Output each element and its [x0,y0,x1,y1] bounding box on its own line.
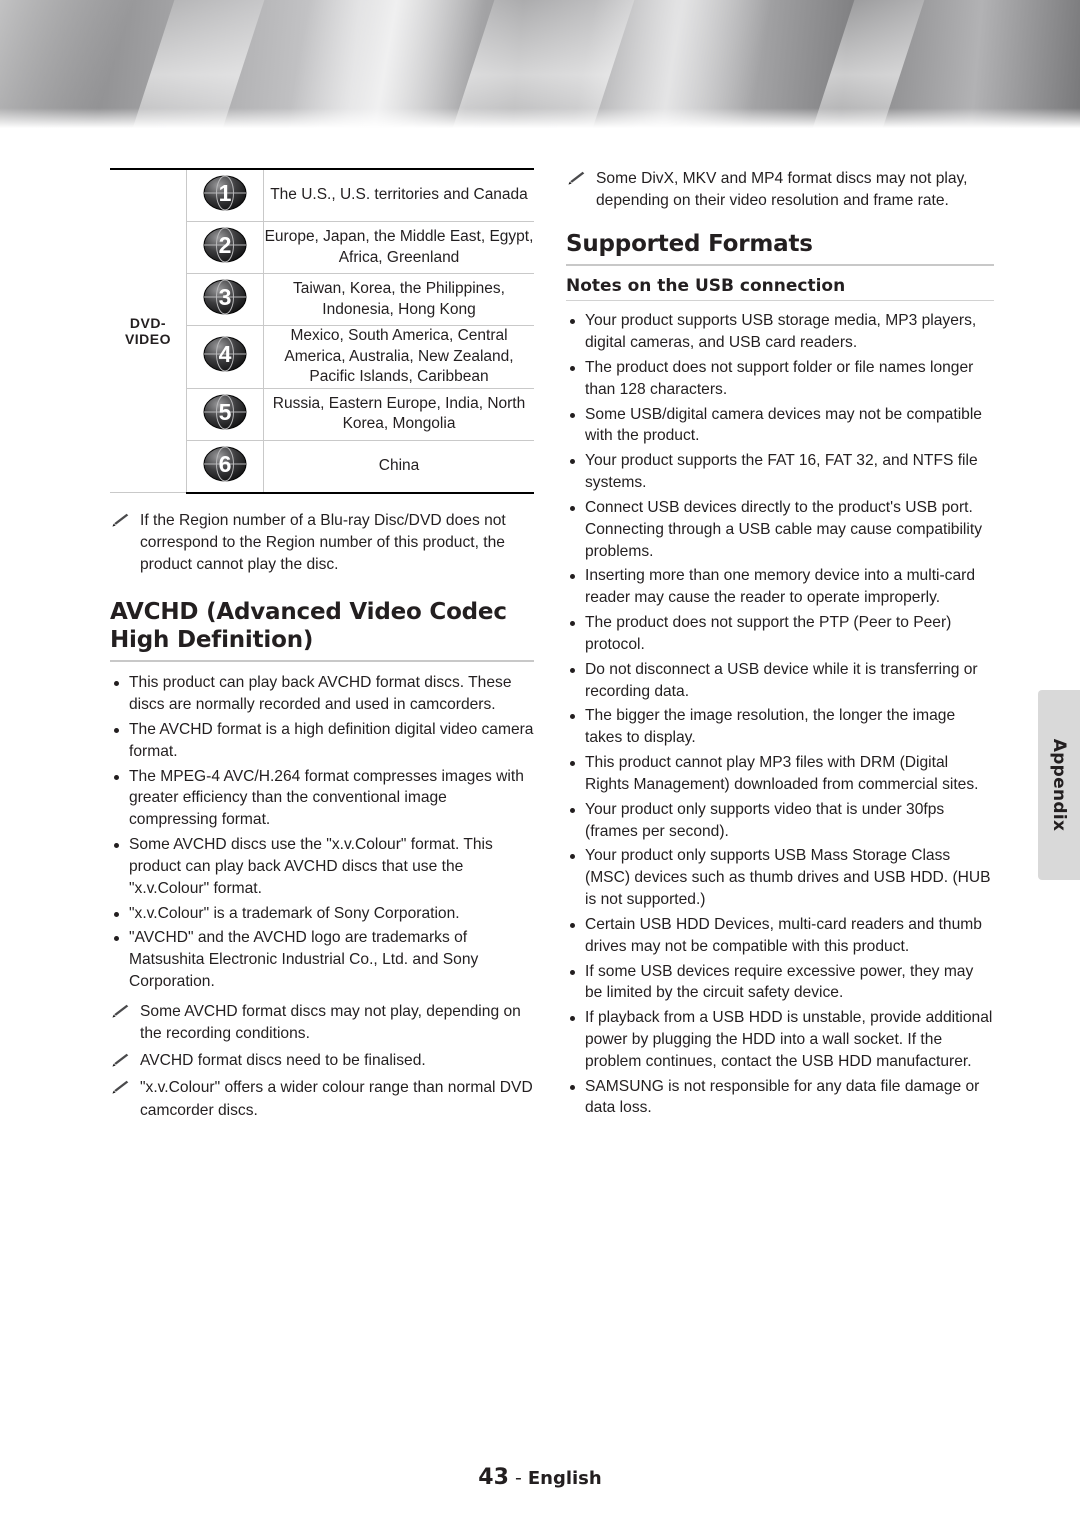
avchd-bullet-list: This product can play back AVCHD format … [110,672,534,993]
table-row: DVD- VIDEO 1 The U.S., U.S. territories … [110,168,534,494]
pencil-note-icon [111,1080,131,1096]
page-title-supported-formats: Supported Formats [566,231,813,258]
list-item: The product does not support folder or f… [566,357,994,401]
list-item: If playback from a USB HDD is unstable, … [566,1007,994,1072]
list-item: SAMSUNG is not responsible for any data … [566,1076,994,1120]
avchd-note-list: Some AVCHD format discs may not play, de… [110,1001,534,1122]
list-item: Some USB/digital camera devices may not … [566,404,994,448]
globe-icon: 4 [202,331,248,377]
region-table-row-label-line1: DVD- [129,315,167,332]
divider-thin [566,300,994,302]
list-item: Some AVCHD discs use the "x.v.Colour" fo… [110,834,534,899]
region-number-2: 2 [219,232,232,258]
page-title-avchd: AVCHD (Advanced Video Codec High Definit… [110,599,507,654]
region-text: Taiwan, Korea, the Philippines, Indonesi… [263,273,534,326]
banner-streak [792,0,938,190]
region-code-table: DVD- VIDEO 1 The U.S., U.S. territories … [110,168,534,494]
list-item: Your product supports USB storage media,… [566,310,994,354]
globe-icon: 3 [202,274,248,320]
region-number-5: 5 [219,399,232,425]
region-number-6: 6 [219,451,232,477]
list-item: This product cannot play MP3 files with … [566,752,994,796]
banner-streak [112,0,278,190]
note-item: Some DivX, MKV and MP4 format discs may … [566,168,994,212]
page-footer: 43 - English [0,1465,1080,1490]
manual-page: DVD- VIDEO 1 The U.S., U.S. territories … [0,0,1080,1532]
globe-icon: 5 [202,389,248,435]
list-item: This product can play back AVCHD format … [110,672,534,716]
list-item: Connect USB devices directly to the prod… [566,497,994,562]
note-item: If the Region number of a Blu-ray Disc/D… [110,510,534,576]
globe-icon: 6 [202,441,248,487]
note-item: AVCHD format discs need to be finalised. [110,1050,534,1072]
note-text: If the Region number of a Blu-ray Disc/D… [140,511,506,574]
list-item: The AVCHD format is a high definition di… [110,719,534,763]
pencil-note-icon [111,513,131,529]
region-globe-icon-cell: 1 [186,168,264,222]
list-item: Your product only supports video that is… [566,799,994,843]
pencil-note-icon [567,171,587,187]
pencil-note-icon [111,1004,131,1020]
list-item: Your product supports the FAT 16, FAT 32… [566,450,994,494]
note-text: Some DivX, MKV and MP4 format discs may … [596,170,968,210]
left-column: DVD- VIDEO 1 The U.S., U.S. territories … [110,168,534,1127]
banner-streak [432,0,648,190]
divider [566,264,994,267]
globe-icon: 2 [202,222,248,268]
pencil-note-icon [111,1053,131,1069]
list-item: "AVCHD" and the AVCHD logo are trademark… [110,927,534,992]
divx-note-list: Some DivX, MKV and MP4 format discs may … [566,168,994,212]
footer-dash: - [508,1467,528,1489]
globe-icon: 1 [202,170,248,216]
region-number-3: 3 [219,284,232,310]
region-globe-icon-cell: 3 [186,273,264,326]
list-item: Inserting more than one memory device in… [566,565,994,609]
page-language: English [527,1468,602,1489]
right-column: Some DivX, MKV and MP4 format discs may … [566,168,994,1122]
page-number: 43 [478,1465,509,1490]
region-table-row-label: DVD- VIDEO [110,168,187,494]
region-table-row-label-line2: VIDEO [124,331,172,348]
region-number-1: 1 [219,180,232,206]
note-text: AVCHD format discs need to be finalised. [140,1052,426,1070]
side-tab-appendix: Appendix [1038,690,1080,880]
note-item: "x.v.Colour" offers a wider colour range… [110,1077,534,1121]
region-number-4: 4 [219,341,232,367]
list-item: The MPEG-4 AVC/H.264 format compresses i… [110,766,534,831]
list-item: Certain USB HDD Devices, multi-card read… [566,914,994,958]
list-item: The product does not support the PTP (Pe… [566,612,994,656]
note-item: Some AVCHD format discs may not play, de… [110,1001,534,1045]
side-tab-label: Appendix [1049,738,1069,832]
header-banner-graphic [0,0,1080,190]
region-text: Mexico, South America, Central America, … [263,325,534,389]
region-globe-icon-cell: 5 [186,387,264,441]
region-text: Europe, Japan, the Middle East, Egypt, A… [263,221,534,274]
region-text: The U.S., U.S. territories and Canada [263,168,534,222]
usb-bullet-list: Your product supports USB storage media,… [566,310,994,1119]
list-item: Your product only supports USB Mass Stor… [566,845,994,910]
list-item: Do not disconnect a USB device while it … [566,659,994,703]
region-globe-icon-cell: 4 [186,325,264,389]
region-text: China [263,439,534,494]
region-text: Russia, Eastern Europe, India, North Kor… [263,387,534,441]
divider [110,660,534,663]
region-globe-icon-cell: 2 [186,221,264,274]
note-text: "x.v.Colour" offers a wider colour range… [140,1079,533,1119]
list-item: If some USB devices require excessive po… [566,961,994,1005]
list-item: The bigger the image resolution, the lon… [566,705,994,749]
list-item: "x.v.Colour" is a trademark of Sony Corp… [110,903,534,925]
region-globe-icon-cell: 6 [186,439,264,494]
note-text: Some AVCHD format discs may not play, de… [140,1002,521,1043]
region-note-list: If the Region number of a Blu-ray Disc/D… [110,510,534,576]
subheading-usb-notes: Notes on the USB connection [566,276,846,297]
